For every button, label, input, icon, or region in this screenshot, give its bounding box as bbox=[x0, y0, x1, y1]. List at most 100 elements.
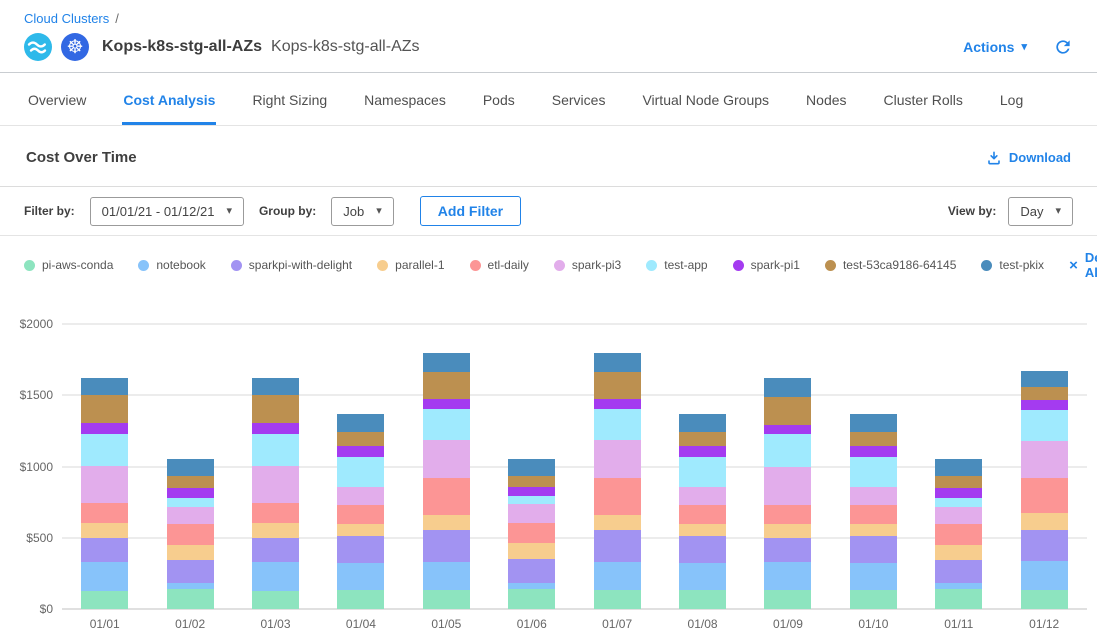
bar-segment-pi-aws-conda[interactable] bbox=[423, 590, 470, 609]
legend-item-test-53ca9186-64145[interactable]: test-53ca9186-64145 bbox=[825, 258, 956, 272]
bar-segment-spark-pi1[interactable] bbox=[764, 425, 811, 434]
bar-segment-pi-aws-conda[interactable] bbox=[679, 590, 726, 609]
bar-segment-test-app[interactable] bbox=[679, 457, 726, 488]
bar-segment-sparkpi-with-delight[interactable] bbox=[81, 538, 128, 562]
bar-segment-test-app[interactable] bbox=[423, 409, 470, 440]
bar-segment-spark-pi1[interactable] bbox=[935, 488, 982, 498]
bar-segment-pi-aws-conda[interactable] bbox=[508, 589, 555, 609]
bar-segment-etl-daily[interactable] bbox=[679, 505, 726, 524]
bar-segment-test-app[interactable] bbox=[850, 457, 897, 488]
bar-segment-sparkpi-with-delight[interactable] bbox=[167, 560, 214, 584]
bar-segment-test-app[interactable] bbox=[764, 434, 811, 467]
refresh-icon[interactable] bbox=[1053, 37, 1073, 57]
bar-segment-spark-pi3[interactable] bbox=[81, 466, 128, 503]
bar-segment-parallel-1[interactable] bbox=[508, 543, 555, 559]
bar-segment-spark-pi1[interactable] bbox=[679, 446, 726, 457]
bar-segment-etl-daily[interactable] bbox=[167, 524, 214, 545]
legend-item-sparkpi-with-delight[interactable]: sparkpi-with-delight bbox=[231, 258, 352, 272]
bar-segment-notebook[interactable] bbox=[252, 562, 299, 591]
tab-nodes[interactable]: Nodes bbox=[805, 73, 847, 125]
bar-segment-test-53ca9186-64145[interactable] bbox=[850, 432, 897, 446]
bar-segment-pi-aws-conda[interactable] bbox=[764, 590, 811, 609]
bar-segment-spark-pi1[interactable] bbox=[508, 487, 555, 497]
bar-segment-spark-pi1[interactable] bbox=[252, 423, 299, 434]
bar-segment-notebook[interactable] bbox=[1021, 561, 1068, 591]
bar-segment-test-app[interactable] bbox=[594, 409, 641, 440]
bar-segment-spark-pi3[interactable] bbox=[1021, 441, 1068, 478]
bar-segment-spark-pi3[interactable] bbox=[252, 466, 299, 503]
bar-segment-spark-pi3[interactable] bbox=[764, 467, 811, 505]
legend-item-spark-pi3[interactable]: spark-pi3 bbox=[554, 258, 621, 272]
bar-segment-pi-aws-conda[interactable] bbox=[252, 591, 299, 609]
bar-segment-sparkpi-with-delight[interactable] bbox=[850, 536, 897, 562]
bar-segment-test-app[interactable] bbox=[167, 498, 214, 507]
tab-namespaces[interactable]: Namespaces bbox=[363, 73, 447, 125]
download-button[interactable]: Download bbox=[986, 150, 1071, 166]
bar-segment-test-pkix[interactable] bbox=[423, 353, 470, 372]
bar-segment-etl-daily[interactable] bbox=[1021, 478, 1068, 513]
bar-segment-parallel-1[interactable] bbox=[81, 523, 128, 538]
bar-segment-spark-pi3[interactable] bbox=[594, 440, 641, 478]
legend-item-parallel-1[interactable]: parallel-1 bbox=[377, 258, 444, 272]
bar-segment-parallel-1[interactable] bbox=[594, 515, 641, 530]
bar-segment-parallel-1[interactable] bbox=[337, 524, 384, 537]
bar-segment-notebook[interactable] bbox=[423, 562, 470, 591]
bar-segment-test-pkix[interactable] bbox=[167, 459, 214, 475]
bar-segment-sparkpi-with-delight[interactable] bbox=[679, 536, 726, 562]
legend-item-test-app[interactable]: test-app bbox=[646, 258, 707, 272]
bar-segment-test-53ca9186-64145[interactable] bbox=[508, 476, 555, 487]
bar-segment-test-pkix[interactable] bbox=[679, 414, 726, 433]
bar-segment-test-app[interactable] bbox=[508, 496, 555, 503]
legend-item-test-pkix[interactable]: test-pkix bbox=[981, 258, 1044, 272]
bar-segment-notebook[interactable] bbox=[764, 562, 811, 591]
bar-segment-test-53ca9186-64145[interactable] bbox=[935, 476, 982, 488]
bar-segment-parallel-1[interactable] bbox=[423, 515, 470, 530]
bar-segment-sparkpi-with-delight[interactable] bbox=[508, 559, 555, 583]
bar-segment-parallel-1[interactable] bbox=[935, 545, 982, 560]
bar-segment-spark-pi1[interactable] bbox=[594, 399, 641, 409]
bar-segment-sparkpi-with-delight[interactable] bbox=[423, 530, 470, 562]
tab-cluster-rolls[interactable]: Cluster Rolls bbox=[883, 73, 964, 125]
bar-segment-etl-daily[interactable] bbox=[81, 503, 128, 523]
bar-segment-sparkpi-with-delight[interactable] bbox=[935, 560, 982, 584]
breadcrumb-link-cloud-clusters[interactable]: Cloud Clusters bbox=[24, 11, 109, 26]
bar-segment-test-app[interactable] bbox=[337, 457, 384, 488]
legend-item-notebook[interactable]: notebook bbox=[138, 258, 205, 272]
date-range-select[interactable]: 01/01/21 - 01/12/21 ▾ bbox=[90, 197, 244, 226]
bar-segment-pi-aws-conda[interactable] bbox=[337, 590, 384, 609]
bar-segment-test-app[interactable] bbox=[935, 498, 982, 507]
bar-segment-spark-pi1[interactable] bbox=[1021, 400, 1068, 409]
bar-segment-test-53ca9186-64145[interactable] bbox=[423, 372, 470, 399]
legend-item-spark-pi1[interactable]: spark-pi1 bbox=[733, 258, 800, 272]
bar-segment-test-53ca9186-64145[interactable] bbox=[337, 432, 384, 446]
bar-segment-notebook[interactable] bbox=[679, 563, 726, 591]
bar-segment-sparkpi-with-delight[interactable] bbox=[337, 536, 384, 562]
bar-segment-test-pkix[interactable] bbox=[1021, 371, 1068, 387]
bar-segment-notebook[interactable] bbox=[337, 563, 384, 591]
bar-segment-sparkpi-with-delight[interactable] bbox=[594, 530, 641, 562]
bar-segment-pi-aws-conda[interactable] bbox=[594, 590, 641, 609]
actions-button[interactable]: Actions ▾ bbox=[963, 39, 1027, 55]
bar-segment-spark-pi3[interactable] bbox=[423, 440, 470, 478]
bar-segment-notebook[interactable] bbox=[594, 562, 641, 591]
bar-segment-test-app[interactable] bbox=[252, 434, 299, 466]
bar-segment-test-pkix[interactable] bbox=[850, 414, 897, 433]
bar-segment-test-53ca9186-64145[interactable] bbox=[1021, 387, 1068, 401]
bar-segment-etl-daily[interactable] bbox=[252, 503, 299, 523]
bar-segment-test-53ca9186-64145[interactable] bbox=[252, 395, 299, 423]
bar-segment-etl-daily[interactable] bbox=[423, 478, 470, 515]
bar-segment-test-pkix[interactable] bbox=[81, 378, 128, 395]
bar-segment-test-53ca9186-64145[interactable] bbox=[764, 397, 811, 425]
bar-segment-spark-pi3[interactable] bbox=[935, 507, 982, 523]
bar-segment-spark-pi1[interactable] bbox=[337, 446, 384, 457]
bar-segment-parallel-1[interactable] bbox=[1021, 513, 1068, 530]
bar-segment-test-app[interactable] bbox=[1021, 410, 1068, 441]
bar-segment-test-pkix[interactable] bbox=[508, 459, 555, 475]
bar-segment-spark-pi1[interactable] bbox=[167, 488, 214, 498]
bar-segment-etl-daily[interactable] bbox=[850, 505, 897, 524]
legend-item-etl-daily[interactable]: etl-daily bbox=[470, 258, 529, 272]
tab-right-sizing[interactable]: Right Sizing bbox=[251, 73, 328, 125]
bar-segment-parallel-1[interactable] bbox=[679, 524, 726, 537]
bar-segment-parallel-1[interactable] bbox=[850, 524, 897, 537]
bar-segment-test-53ca9186-64145[interactable] bbox=[81, 395, 128, 423]
